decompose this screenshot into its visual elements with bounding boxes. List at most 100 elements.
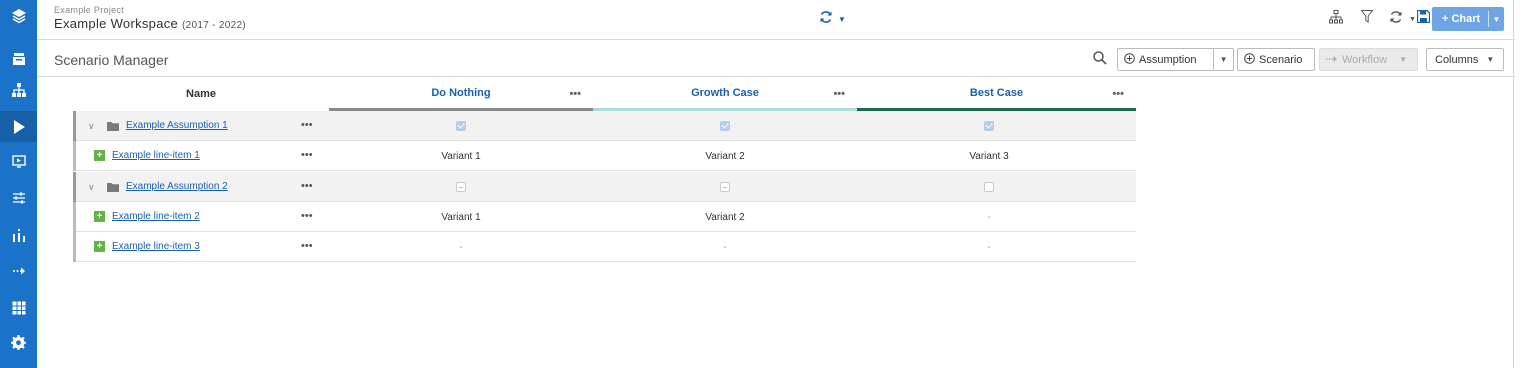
scenario-name: Do Nothing bbox=[431, 87, 491, 99]
line-item-link[interactable]: Example line-item 1 bbox=[112, 150, 200, 161]
arrow-right-icon[interactable] bbox=[0, 255, 37, 286]
more-icon[interactable]: ••• bbox=[301, 149, 313, 161]
checkbox-partial[interactable] bbox=[456, 182, 466, 192]
chevron-down-icon: ▼ bbox=[1409, 16, 1416, 23]
variant-cell[interactable]: - bbox=[857, 232, 1121, 262]
chevron-down-icon[interactable]: ∨ bbox=[88, 121, 95, 132]
chevron-down-icon[interactable]: ▼ bbox=[1489, 15, 1504, 24]
variant-cell[interactable]: Variant 2 bbox=[593, 202, 857, 232]
name-cell: ∨ Example Assumption 1 ••• bbox=[73, 111, 329, 141]
columns-label: Columns bbox=[1435, 53, 1479, 66]
line-item-icon: + bbox=[94, 211, 105, 222]
column-header-growth-case[interactable]: Growth Case ••• bbox=[593, 78, 857, 111]
workspace-title[interactable]: Example Workspace (2017 - 2022) bbox=[54, 16, 246, 31]
workflow-button[interactable]: Workflow ▼ bbox=[1319, 48, 1418, 71]
layers-icon[interactable] bbox=[0, 0, 37, 31]
more-icon[interactable]: ••• bbox=[301, 240, 313, 252]
column-header-best-case[interactable]: Best Case ••• bbox=[857, 78, 1136, 111]
more-icon[interactable]: ••• bbox=[301, 180, 313, 192]
add-assumption-button[interactable]: Assumption ▼ bbox=[1117, 48, 1234, 71]
more-icon[interactable]: ••• bbox=[301, 210, 313, 222]
checkbox-checked[interactable] bbox=[456, 121, 466, 131]
line-item-icon: + bbox=[94, 241, 105, 252]
filter-button[interactable] bbox=[1360, 10, 1374, 28]
hierarchy-icon[interactable] bbox=[0, 74, 37, 105]
workspace-years: (2017 - 2022) bbox=[182, 20, 246, 31]
variant-cell[interactable]: - bbox=[857, 202, 1121, 232]
table-icon[interactable] bbox=[0, 292, 37, 323]
more-icon[interactable]: ••• bbox=[301, 119, 313, 131]
more-icon[interactable]: ••• bbox=[569, 88, 581, 100]
project-name: Example Project bbox=[54, 5, 125, 15]
plus-circle-icon bbox=[1124, 52, 1135, 67]
scenario-checkbox[interactable] bbox=[857, 111, 1121, 141]
recalc-dropdown[interactable]: ▼ bbox=[1389, 10, 1416, 29]
toolbar: Scenario Manager Assumption ▼ Scenario W… bbox=[37, 41, 1515, 77]
search-icon[interactable] bbox=[1093, 51, 1107, 70]
variant-cell[interactable]: Variant 3 bbox=[857, 141, 1121, 171]
variant-cell[interactable]: - bbox=[329, 232, 593, 262]
refresh-icon bbox=[819, 10, 833, 29]
more-icon[interactable]: ••• bbox=[833, 88, 845, 100]
add-scenario-button[interactable]: Scenario bbox=[1237, 48, 1315, 71]
folder-icon bbox=[107, 182, 119, 195]
assumption-link[interactable]: Example Assumption 2 bbox=[126, 181, 228, 192]
name-header-label: Name bbox=[186, 88, 216, 100]
scenario-main[interactable]: Scenario bbox=[1238, 49, 1308, 70]
chevron-down-icon[interactable]: ▼ bbox=[1213, 49, 1233, 70]
workspace-name: Example Workspace bbox=[54, 16, 179, 31]
variant-cell[interactable]: Variant 1 bbox=[329, 141, 593, 171]
add-chart-button[interactable]: + Chart ▼ bbox=[1432, 7, 1504, 31]
line-item-link[interactable]: Example line-item 2 bbox=[112, 211, 200, 222]
checkbox-unchecked[interactable] bbox=[984, 182, 994, 192]
workflow-main[interactable]: Workflow bbox=[1320, 49, 1393, 70]
assumption-main[interactable]: Assumption bbox=[1118, 49, 1213, 70]
chevron-down-icon[interactable]: ▼ bbox=[1393, 49, 1413, 70]
columns-main[interactable]: Columns ▼ bbox=[1427, 49, 1502, 70]
inbox-icon[interactable] bbox=[0, 43, 37, 74]
assumption-link[interactable]: Example Assumption 1 bbox=[126, 120, 228, 131]
scenario-checkbox[interactable] bbox=[857, 172, 1121, 202]
checkbox-checked[interactable] bbox=[720, 121, 730, 131]
play-icon[interactable] bbox=[0, 111, 37, 142]
line-item-icon: + bbox=[94, 150, 105, 161]
checkbox-partial[interactable] bbox=[720, 182, 730, 192]
page-title: Scenario Manager bbox=[54, 52, 169, 68]
sitemap-icon bbox=[1329, 10, 1343, 29]
refresh-icon bbox=[1389, 10, 1403, 29]
sliders-icon[interactable] bbox=[0, 182, 37, 213]
variant-cell[interactable]: - bbox=[593, 232, 857, 262]
sitemap-button[interactable] bbox=[1329, 10, 1343, 29]
top-bar: Example Project Example Workspace (2017 … bbox=[37, 0, 1515, 40]
assumption-label: Assumption bbox=[1139, 53, 1197, 66]
arrow-right-icon bbox=[1326, 54, 1338, 66]
chart-icon[interactable] bbox=[0, 219, 37, 250]
scenario-name: Growth Case bbox=[691, 87, 759, 99]
more-icon[interactable]: ••• bbox=[1112, 88, 1124, 100]
variant-cell[interactable]: Variant 2 bbox=[593, 141, 857, 171]
refresh-dropdown[interactable]: ▼ bbox=[819, 10, 846, 29]
scenario-checkbox[interactable] bbox=[593, 111, 857, 141]
add-chart-label: + Chart bbox=[1442, 13, 1481, 25]
sidebar bbox=[0, 0, 37, 368]
panel-divider bbox=[1513, 0, 1514, 368]
checkbox-checked[interactable] bbox=[984, 121, 994, 131]
scenario-checkbox[interactable] bbox=[329, 111, 593, 141]
line-item-link[interactable]: Example line-item 3 bbox=[112, 241, 200, 252]
column-header-name[interactable]: Name bbox=[73, 78, 329, 110]
scenario-checkbox[interactable] bbox=[593, 172, 857, 202]
name-cell: ∨ Example Assumption 2 ••• bbox=[73, 172, 329, 202]
folder-icon bbox=[107, 121, 119, 134]
filter-icon bbox=[1360, 10, 1374, 28]
column-header-do-nothing[interactable]: Do Nothing ••• bbox=[329, 78, 593, 111]
workflow-label: Workflow bbox=[1342, 53, 1388, 66]
gear-icon[interactable] bbox=[0, 327, 37, 358]
presentation-icon[interactable] bbox=[0, 146, 37, 177]
chevron-down-icon[interactable]: ∨ bbox=[88, 182, 95, 193]
table-row: + Example line-item 2 ••• Variant 1 Vari… bbox=[73, 202, 1136, 232]
variant-cell[interactable]: Variant 1 bbox=[329, 202, 593, 232]
plus-circle-icon bbox=[1244, 52, 1255, 67]
scenario-checkbox[interactable] bbox=[329, 172, 593, 202]
columns-dropdown[interactable]: Columns ▼ bbox=[1426, 48, 1504, 71]
table-row: + Example line-item 1 ••• Variant 1 Vari… bbox=[73, 141, 1136, 171]
